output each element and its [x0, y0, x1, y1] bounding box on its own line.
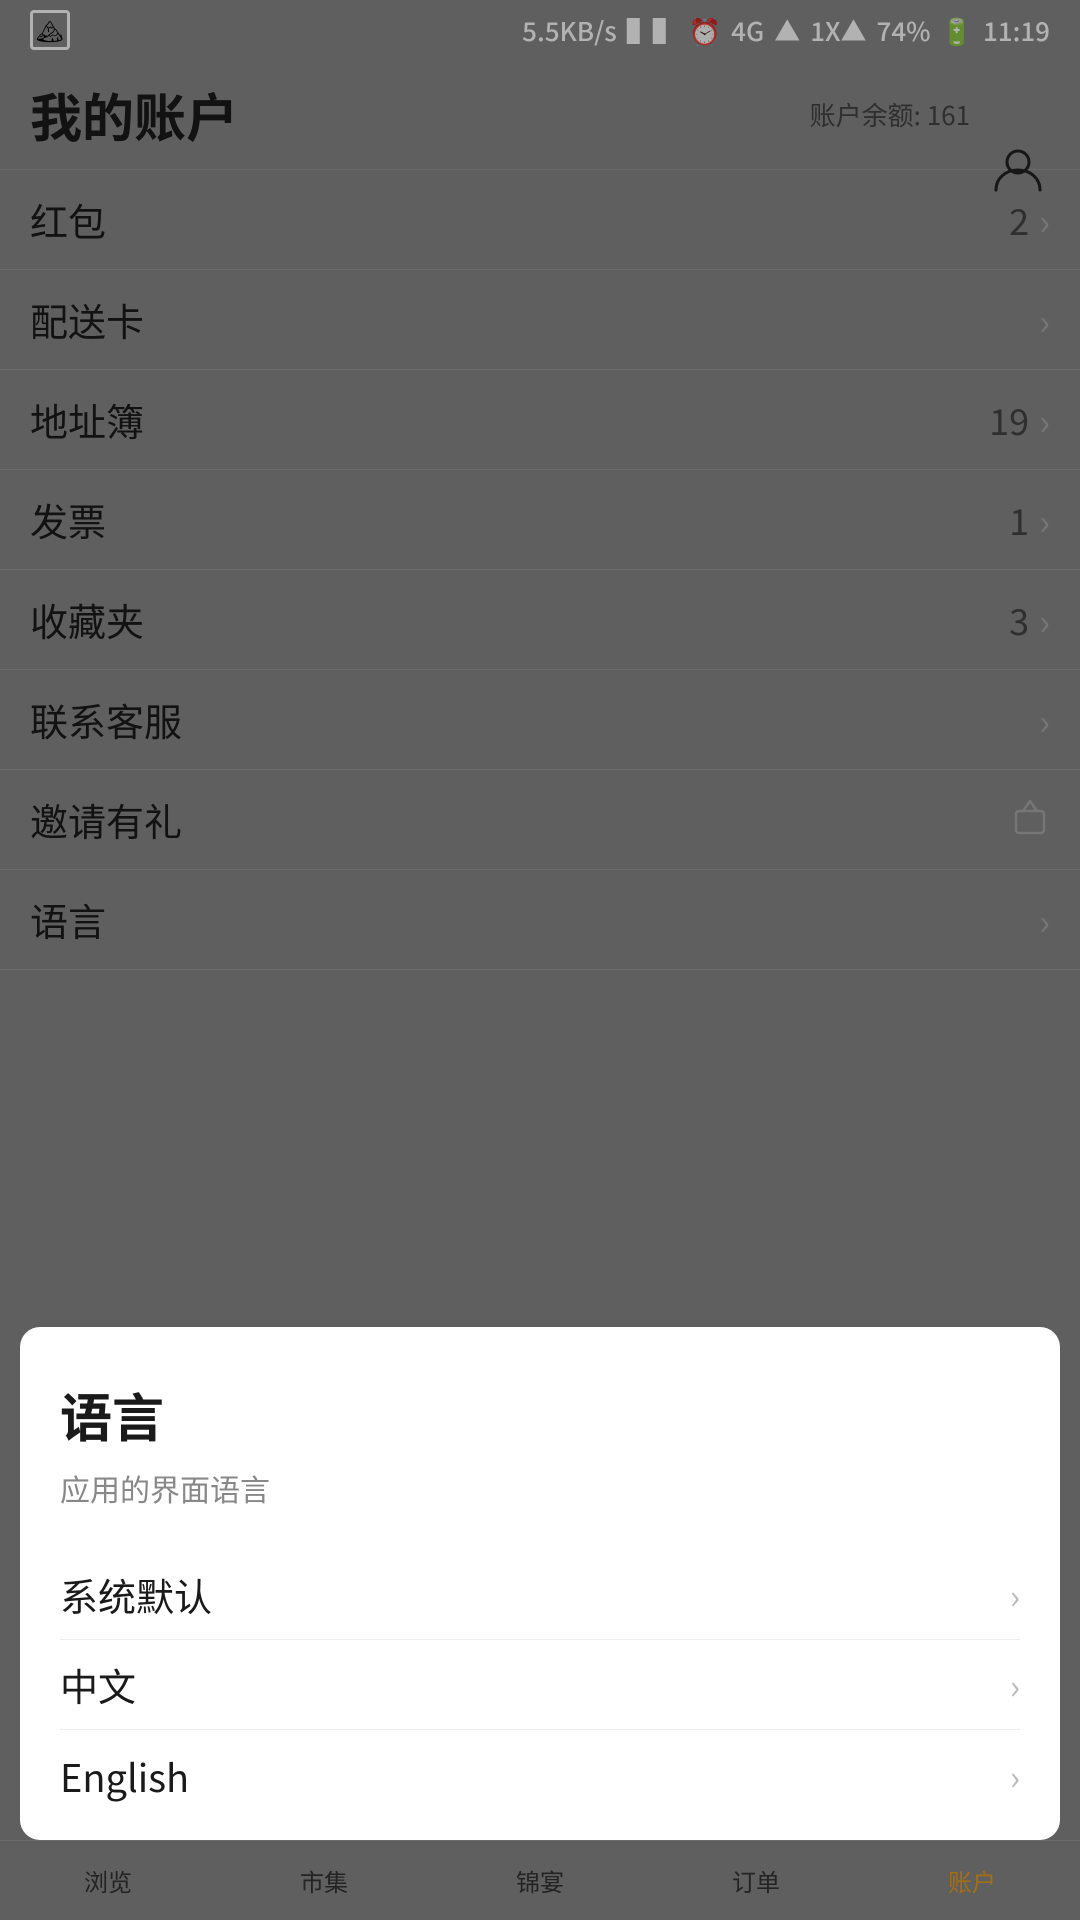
language-option-chinese[interactable]: 中文 › [60, 1640, 1020, 1730]
sheet-item-label: 系统默认 [60, 1567, 212, 1622]
language-option-english[interactable]: English › [60, 1730, 1020, 1820]
sheet-subtitle: 应用的界面语言 [60, 1466, 1020, 1510]
sheet-chevron-icon: › [1010, 1570, 1020, 1619]
sheet-chevron-icon: › [1010, 1751, 1020, 1800]
language-option-system[interactable]: 系统默认 › [60, 1550, 1020, 1640]
sheet-title: 语言 [60, 1377, 1020, 1452]
sheet-chevron-icon: › [1010, 1660, 1020, 1709]
sheet-item-label: 中文 [60, 1657, 136, 1712]
sheet-item-label: English [60, 1748, 189, 1803]
language-bottom-sheet: 语言 应用的界面语言 系统默认 › 中文 › English › [20, 1327, 1060, 1840]
